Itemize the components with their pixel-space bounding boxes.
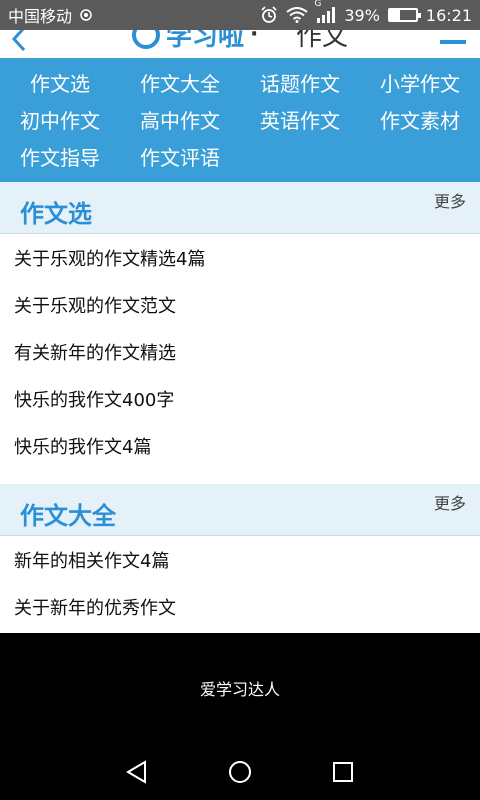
nav-home-button[interactable] bbox=[220, 752, 260, 792]
battery-percent: 39% bbox=[344, 5, 380, 25]
more-link[interactable]: 更多 bbox=[434, 490, 466, 514]
list-item[interactable]: 关于乐观的作文精选4篇 bbox=[0, 234, 480, 281]
chevron-left-icon[interactable] bbox=[6, 30, 36, 54]
category-item[interactable]: 作文评语 bbox=[120, 138, 240, 175]
logo-mark-icon bbox=[132, 30, 160, 49]
status-right: G 39% 16:21 bbox=[260, 0, 472, 25]
wifi-icon bbox=[286, 7, 308, 23]
list-item[interactable]: 关于乐观的作文范文 bbox=[0, 281, 480, 328]
more-link[interactable]: 更多 bbox=[434, 188, 466, 212]
app-logo: 学习啦 · bbox=[132, 30, 258, 53]
battery-icon bbox=[387, 8, 421, 22]
banner-text: 爱学习达人 bbox=[199, 680, 280, 699]
list-item[interactable]: 有关新年的作文精选 bbox=[0, 328, 480, 375]
category-item[interactable]: 英语作文 bbox=[240, 101, 360, 138]
nav-recents-button[interactable] bbox=[323, 752, 363, 792]
section-header: 作文选 更多 bbox=[0, 182, 480, 234]
footer-banner[interactable]: 爱学习达人 bbox=[0, 633, 480, 743]
status-left: 中国移动 bbox=[8, 3, 94, 27]
logo-text: 学习啦 bbox=[166, 30, 245, 52]
signal-type: G bbox=[314, 0, 322, 9]
status-bar: 中国移动 G 39% 16:21 bbox=[0, 0, 480, 30]
category-item[interactable]: 作文素材 bbox=[360, 101, 480, 138]
app-screen: 中国移动 G 39% 16:21 学习啦 · 作文 作文选 作文大全 话题作文 … bbox=[0, 0, 480, 800]
signal-bars-icon bbox=[317, 7, 336, 23]
page-title: 作文 bbox=[296, 30, 349, 52]
section-essay-collection: 作文大全 更多 新年的相关作文4篇 关于新年的优秀作文 bbox=[0, 484, 480, 630]
nav-back-button[interactable] bbox=[117, 752, 157, 792]
category-item[interactable]: 作文选 bbox=[0, 64, 120, 101]
hotspot-icon bbox=[80, 9, 92, 21]
cell-signal: G bbox=[314, 0, 336, 23]
system-nav-bar bbox=[0, 743, 480, 800]
list-item[interactable]: 快乐的我作文400字 bbox=[0, 375, 480, 422]
category-item[interactable]: 作文大全 bbox=[120, 64, 240, 101]
battery-fill bbox=[389, 10, 401, 20]
section-essay-selection: 作文选 更多 关于乐观的作文精选4篇 关于乐观的作文范文 有关新年的作文精选 快… bbox=[0, 182, 480, 469]
list-item[interactable]: 关于新年的优秀作文 bbox=[0, 583, 480, 630]
circle-home-icon bbox=[228, 760, 251, 783]
title-bar: 学习啦 · 作文 bbox=[0, 30, 480, 58]
category-item[interactable]: 小学作文 bbox=[360, 64, 480, 101]
title-separator: · bbox=[250, 30, 259, 47]
hamburger-menu-icon[interactable] bbox=[440, 30, 466, 48]
section-header: 作文大全 更多 bbox=[0, 484, 480, 536]
square-recents-icon bbox=[332, 761, 353, 782]
category-item[interactable]: 初中作文 bbox=[0, 101, 120, 138]
category-item[interactable]: 高中作文 bbox=[120, 101, 240, 138]
category-nav: 作文选 作文大全 话题作文 小学作文 初中作文 高中作文 英语作文 作文素材 作… bbox=[0, 58, 480, 182]
list-item[interactable]: 新年的相关作文4篇 bbox=[0, 536, 480, 583]
section-title: 作文大全 bbox=[20, 502, 116, 530]
category-item[interactable]: 话题作文 bbox=[240, 64, 360, 101]
list-item[interactable]: 快乐的我作文4篇 bbox=[0, 422, 480, 469]
triangle-back-icon bbox=[126, 759, 147, 784]
category-item[interactable]: 作文指导 bbox=[0, 138, 120, 175]
article-list: 新年的相关作文4篇 关于新年的优秀作文 bbox=[0, 536, 480, 630]
alarm-icon bbox=[261, 6, 277, 23]
carrier-name: 中国移动 bbox=[8, 7, 73, 26]
section-title: 作文选 bbox=[20, 200, 92, 228]
article-list: 关于乐观的作文精选4篇 关于乐观的作文范文 有关新年的作文精选 快乐的我作文40… bbox=[0, 234, 480, 469]
clock: 16:21 bbox=[425, 5, 472, 25]
